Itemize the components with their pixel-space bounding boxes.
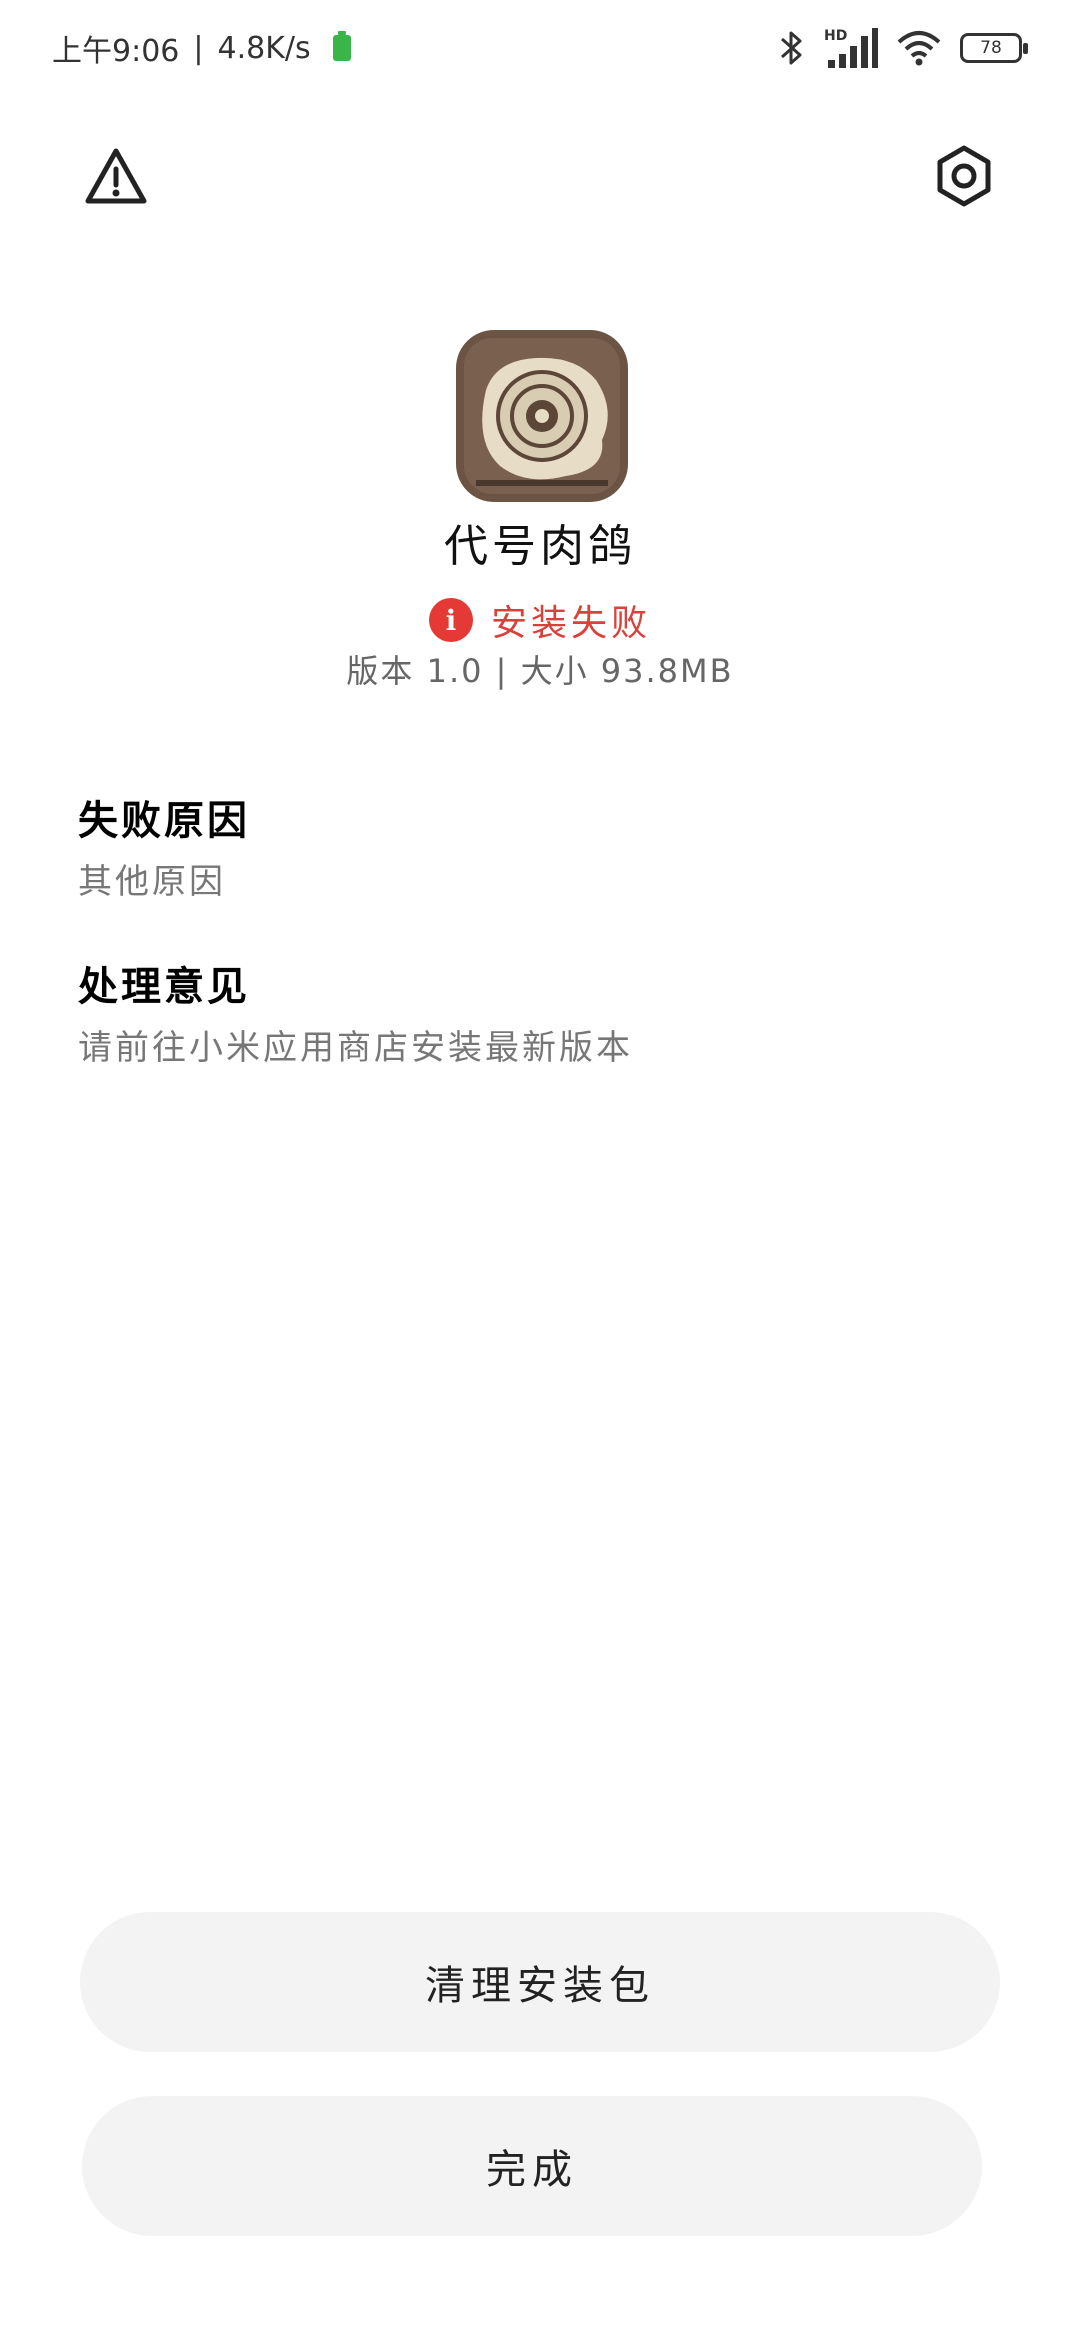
signal-icon: HD bbox=[824, 26, 878, 70]
failure-reason-section: 失败原因 其他原因 bbox=[78, 788, 1002, 903]
status-time: 上午9:06 bbox=[52, 34, 180, 69]
install-status: i 安装失败 bbox=[0, 594, 1080, 646]
failure-reason-detail: 其他原因 bbox=[78, 862, 226, 902]
app-name: 代号肉鸽 bbox=[444, 521, 636, 572]
clean-package-button[interactable]: 清理安装包 bbox=[80, 1912, 1000, 2052]
app-meta: 版本 1.0 | 大小 93.8MB bbox=[346, 652, 734, 690]
battery-saver-icon bbox=[332, 31, 351, 61]
network-speed: 4.8K/s bbox=[217, 30, 311, 66]
advice-title: 处理意见 bbox=[78, 964, 250, 1010]
install-result-page: 上午9:06 | 4.8K/s HD 78 代号肉鸽 i 安装失败 版本 1.0… bbox=[0, 0, 1080, 2340]
status-right: HD 78 bbox=[776, 26, 1028, 70]
install-status-text: 安装失败 bbox=[490, 603, 651, 644]
battery-icon: 78 bbox=[960, 33, 1028, 63]
advice-section: 处理意见 请前往小米应用商店安装最新版本 bbox=[78, 954, 1002, 1069]
svg-text:HD: HD bbox=[824, 28, 847, 44]
status-divider: | bbox=[193, 30, 204, 66]
app-icon bbox=[456, 330, 628, 502]
settings-icon[interactable] bbox=[928, 140, 1000, 212]
wifi-icon bbox=[896, 30, 942, 66]
advice-detail: 请前往小米应用商店安装最新版本 bbox=[78, 1028, 633, 1068]
failure-reason-title: 失败原因 bbox=[78, 798, 250, 844]
done-button[interactable]: 完成 bbox=[82, 2096, 982, 2236]
status-left: 上午9:06 | 4.8K/s bbox=[52, 26, 351, 70]
bluetooth-icon bbox=[776, 29, 806, 67]
battery-level: 78 bbox=[980, 38, 1002, 58]
status-bar: 上午9:06 | 4.8K/s HD 78 bbox=[0, 0, 1080, 96]
error-info-icon: i bbox=[428, 598, 473, 642]
warning-icon[interactable] bbox=[80, 140, 152, 212]
